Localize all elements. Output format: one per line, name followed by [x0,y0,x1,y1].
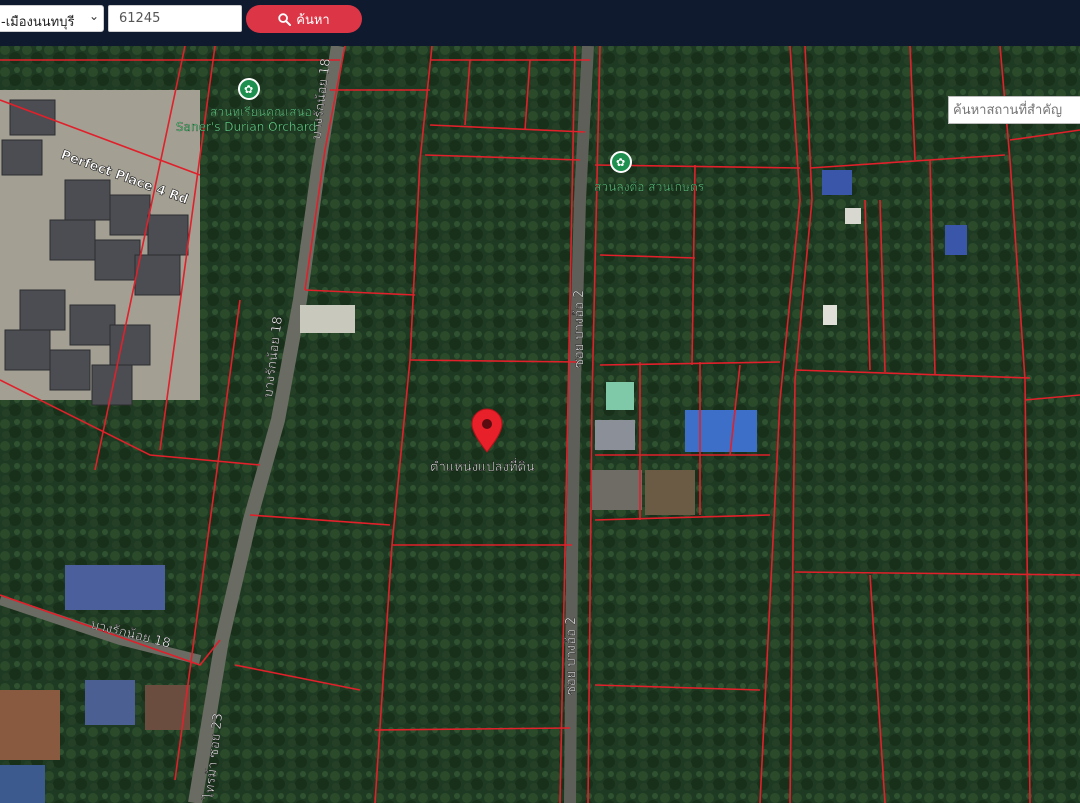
road-label-soi-bang-o-2-top: ซอย บางอ้อ 2 [572,290,587,368]
map-canvas: Perfect Place 4 Rd บางรักน้อย 18 บางรักน… [0,46,1080,803]
place-search-input[interactable] [948,96,1080,124]
poi-name-th: สวนลุงต้อ สวนเกษตร [594,180,705,195]
house-roof [109,194,151,236]
house-roof [49,349,91,391]
house-roof [69,304,116,346]
grey-roof-building [595,420,635,450]
chevron-down-icon: ⌄ [88,9,99,23]
small-building [845,208,861,224]
house-roof [109,324,151,366]
district-select-value: -เมืองนนทบุรี [1,15,75,30]
house-roof [94,239,141,281]
green-roof-building [606,382,634,410]
house-roof [4,329,51,371]
district-select[interactable]: -เมืองนนทบุรี ⌄ [0,5,104,32]
road-label-soi-bang-o-2-bottom: ซอย บางอ้อ 2 [564,617,579,695]
search-button[interactable]: ค้นหา [246,5,362,33]
clearing [300,305,355,333]
blue-roof-building [822,170,852,195]
dirt-yard [645,470,695,515]
blue-roof-building [0,765,45,803]
house-roof [91,364,133,406]
house-roof [1,139,43,176]
poi-name-en: Saner's Durian Orchard [176,120,316,134]
blue-roof-building [85,680,135,725]
house-roof [64,179,111,221]
poi-name-th: สวนทุเรียนคุณเสนอ [210,105,312,120]
map-pin-dot [482,419,492,429]
satellite-map[interactable]: Perfect Place 4 Rd บางรักน้อย 18 บางรักน… [0,46,1080,803]
search-icon [278,12,292,26]
top-search-bar: -เมืองนนทบุรี ⌄ ค้นหา [0,0,1080,46]
small-building [823,305,837,325]
parcel-number-input[interactable] [108,5,242,32]
marker-label: ตำแหน่งแปลงที่ดิน [430,458,535,475]
blue-roof-building [65,565,165,610]
tree-glyph: ✿ [616,156,625,169]
house-roof [134,254,181,296]
house-roof [49,219,96,261]
tree-glyph: ✿ [244,83,253,96]
grey-roof-building [592,470,642,510]
house-roof [19,289,66,331]
brown-roof-building [0,690,60,760]
search-button-label: ค้นหา [296,12,330,28]
blue-roof-building [685,410,757,452]
blue-roof-building [945,225,967,255]
house-roof [147,214,189,256]
